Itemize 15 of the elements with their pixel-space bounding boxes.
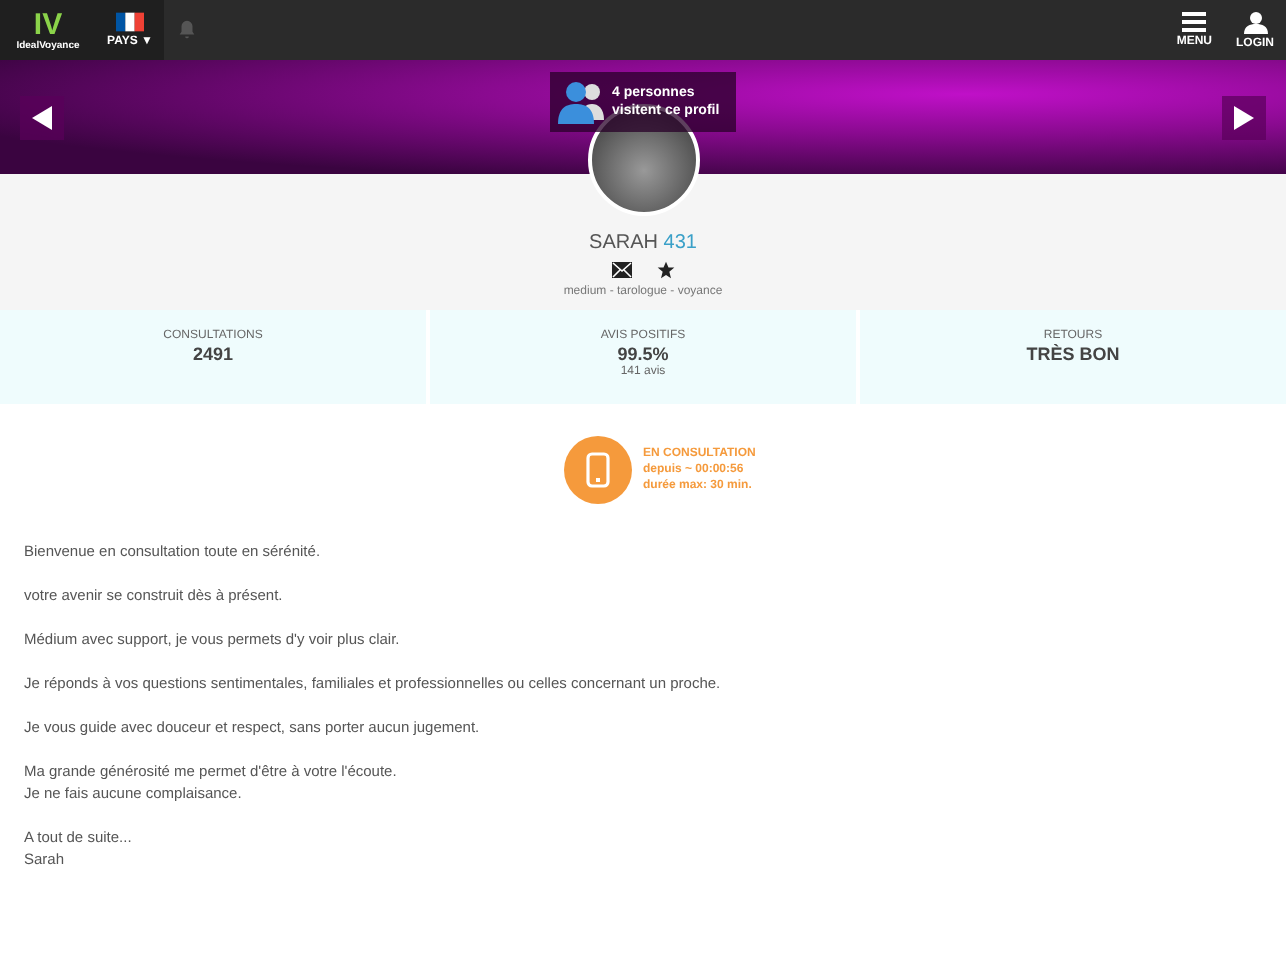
- flag-icon: [116, 12, 144, 32]
- right-arrow-icon: [1234, 105, 1254, 129]
- envelope-icon[interactable]: [611, 262, 631, 278]
- left-arrow-icon: [32, 105, 52, 129]
- stat-value: TRÈS BON: [1026, 344, 1120, 364]
- profile-name: SARAH 431: [589, 232, 697, 254]
- menu-icon: [1182, 12, 1207, 32]
- stat-value: 99.5%: [617, 344, 669, 364]
- user-icon: [1243, 11, 1267, 33]
- next-button[interactable]: [1222, 95, 1266, 139]
- previous-button[interactable]: [20, 95, 64, 139]
- star-icon[interactable]: [655, 260, 675, 280]
- users-icon: [558, 80, 606, 124]
- logo-mark: IV: [33, 9, 63, 39]
- stat-value: 2491: [192, 344, 234, 364]
